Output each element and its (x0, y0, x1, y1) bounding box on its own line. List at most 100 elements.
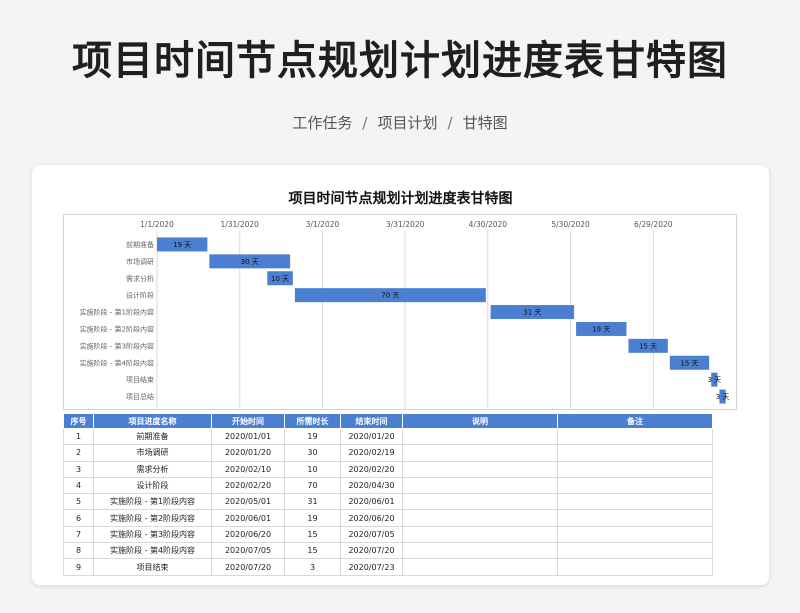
cell-duration[interactable]: 19 (284, 509, 341, 527)
cell-duration[interactable]: 31 (284, 493, 341, 511)
cell-remarks[interactable] (557, 476, 713, 495)
cell-start-time[interactable]: 2020/02/10 (211, 460, 285, 478)
cell-remarks[interactable] (557, 542, 713, 560)
cell-start-time[interactable]: 2020/01/01 (211, 427, 285, 446)
cell-index[interactable]: 6 (63, 509, 94, 527)
cell-index[interactable]: 4 (63, 476, 94, 495)
cell-end-time[interactable]: 2020/02/19 (340, 444, 403, 462)
cell-index[interactable]: 5 (63, 493, 94, 511)
sheet-title: 项目时间节点规划计划进度表甘特图 (288, 191, 513, 207)
bar-duration-label: 15 天 (680, 359, 698, 367)
task-label: 前期准备 (126, 240, 154, 249)
cell-end-time[interactable]: 2020/07/20 (340, 542, 403, 560)
cell-description[interactable] (402, 558, 558, 576)
cell-duration[interactable]: 30 (284, 444, 341, 462)
cell-duration[interactable]: 15 (284, 525, 341, 544)
schedule-table: 序号 项目进度名称 开始时间 所需时长 结束时间 说明 备注 1 前期准备 2020… (63, 413, 713, 576)
cell-start-time[interactable]: 2020/05/01 (211, 493, 285, 511)
cell-index[interactable]: 3 (63, 460, 94, 478)
gantt-chart: 1/1/2020 1/31/2020 3/1/2020 3/31/2020 4/30/2… (63, 214, 737, 410)
task-label: 设计阶段 (126, 291, 154, 300)
template-preview-card[interactable]: 项目时间节点规划计划进度表甘特图 1/1/2020 1/31/2020 3/1/20… (32, 165, 769, 585)
header-start-time: 开始时间 (211, 413, 285, 429)
cell-duration[interactable]: 15 (284, 542, 341, 560)
table-body: 1 前期准备 2020/01/01 19 2020/01/20 2 市场调研 2020/01/… (63, 427, 713, 576)
cell-task-name[interactable]: 实施阶段 - 第4阶段内容 (93, 542, 212, 560)
cell-start-time[interactable]: 2020/07/20 (211, 558, 285, 576)
cell-duration[interactable]: 10 (284, 460, 341, 478)
cell-description[interactable] (402, 460, 558, 478)
header-end-time: 结束时间 (340, 413, 403, 429)
cell-end-time[interactable]: 2020/07/05 (340, 525, 403, 544)
cell-description[interactable] (402, 542, 558, 560)
task-label: 实施阶段 - 第1阶段内容 (80, 308, 154, 317)
cell-start-time[interactable]: 2020/06/01 (211, 509, 285, 527)
cell-task-name[interactable]: 前期准备 (93, 427, 212, 446)
table-row: 2 市场调研 2020/01/20 30 2020/02/19 (63, 444, 713, 462)
bar-duration-label: 31 天 (523, 309, 541, 317)
bar-duration-label: 70 天 (381, 292, 399, 300)
breadcrumb-separator: / (447, 114, 453, 132)
cell-remarks[interactable] (557, 427, 713, 446)
cell-start-time[interactable]: 2020/07/05 (211, 542, 285, 560)
table-header-row: 序号 项目进度名称 开始时间 所需时长 结束时间 说明 备注 (63, 413, 713, 429)
cell-description[interactable] (402, 444, 558, 462)
cell-description[interactable] (402, 509, 558, 527)
cell-description[interactable] (402, 476, 558, 495)
header-description: 说明 (402, 413, 558, 429)
table-row: 5 实施阶段 - 第1阶段内容 2020/05/01 31 2020/06/01 (63, 493, 713, 511)
cell-end-time[interactable]: 2020/06/20 (340, 509, 403, 527)
cell-end-time[interactable]: 2020/04/30 (340, 476, 403, 495)
bar-duration-label: 19 天 (592, 325, 610, 333)
cell-task-name[interactable]: 实施阶段 - 第1阶段内容 (93, 493, 212, 511)
cell-index[interactable]: 8 (63, 542, 94, 560)
x-tick-label: 5/30/2020 (551, 220, 590, 229)
cell-description[interactable] (402, 493, 558, 511)
cell-remarks[interactable] (557, 509, 713, 527)
cell-task-name[interactable]: 设计阶段 (93, 476, 212, 495)
gantt-chart-svg: 1/1/2020 1/31/2020 3/1/2020 3/31/2020 4/30/2… (80, 220, 730, 409)
x-tick-label: 3/31/2020 (386, 220, 425, 229)
breadcrumb: 工作任务 / 项目计划 / 甘特图 (0, 113, 800, 133)
header-remarks: 备注 (557, 413, 713, 429)
cell-task-name[interactable]: 市场调研 (93, 444, 212, 462)
cell-task-name[interactable]: 实施阶段 - 第3阶段内容 (93, 525, 212, 544)
cell-task-name[interactable]: 需求分析 (93, 460, 212, 478)
cell-task-name[interactable]: 项目结束 (93, 558, 212, 576)
x-tick-label: 6/29/2020 (634, 220, 673, 229)
cell-description[interactable] (402, 525, 558, 544)
cell-duration[interactable]: 3 (284, 558, 341, 576)
cell-remarks[interactable] (557, 460, 713, 478)
cell-remarks[interactable] (557, 493, 713, 511)
table-row: 6 实施阶段 - 第2阶段内容 2020/06/01 19 2020/06/20 (63, 509, 713, 527)
cell-description[interactable] (402, 427, 558, 446)
cell-task-name[interactable]: 实施阶段 - 第2阶段内容 (93, 509, 212, 527)
breadcrumb-item-gantt[interactable]: 甘特图 (463, 114, 508, 132)
cell-end-time[interactable]: 2020/01/20 (340, 427, 403, 446)
table-row: 9 项目结束 2020/07/20 3 2020/07/23 (63, 558, 713, 576)
cell-remarks[interactable] (557, 525, 713, 544)
cell-index[interactable]: 7 (63, 525, 94, 544)
cell-start-time[interactable]: 2020/06/20 (211, 525, 285, 544)
header-duration: 所需时长 (284, 413, 341, 429)
cell-end-time[interactable]: 2020/02/20 (340, 460, 403, 478)
page-title: 项目时间节点规划计划进度表甘特图 (72, 38, 728, 84)
breadcrumb-item-project-plan[interactable]: 项目计划 (377, 114, 437, 132)
breadcrumb-item-work-tasks[interactable]: 工作任务 (292, 114, 352, 132)
breadcrumb-separator: / (362, 114, 368, 132)
x-tick-label: 1/31/2020 (220, 220, 259, 229)
cell-duration[interactable]: 19 (284, 427, 341, 446)
cell-start-time[interactable]: 2020/02/20 (211, 476, 285, 495)
cell-start-time[interactable]: 2020/01/20 (211, 444, 285, 462)
cell-index[interactable]: 9 (63, 558, 94, 576)
cell-remarks[interactable] (557, 444, 713, 462)
cell-duration[interactable]: 70 (284, 476, 341, 495)
bar-duration-label: 3 天 (716, 393, 730, 401)
cell-index[interactable]: 1 (63, 427, 94, 446)
x-tick-label: 3/1/2020 (306, 220, 340, 229)
cell-index[interactable]: 2 (63, 444, 94, 462)
cell-end-time[interactable]: 2020/07/23 (340, 558, 403, 576)
cell-end-time[interactable]: 2020/06/01 (340, 493, 403, 511)
cell-remarks[interactable] (557, 558, 713, 576)
bar-duration-label: 15 天 (639, 342, 657, 350)
